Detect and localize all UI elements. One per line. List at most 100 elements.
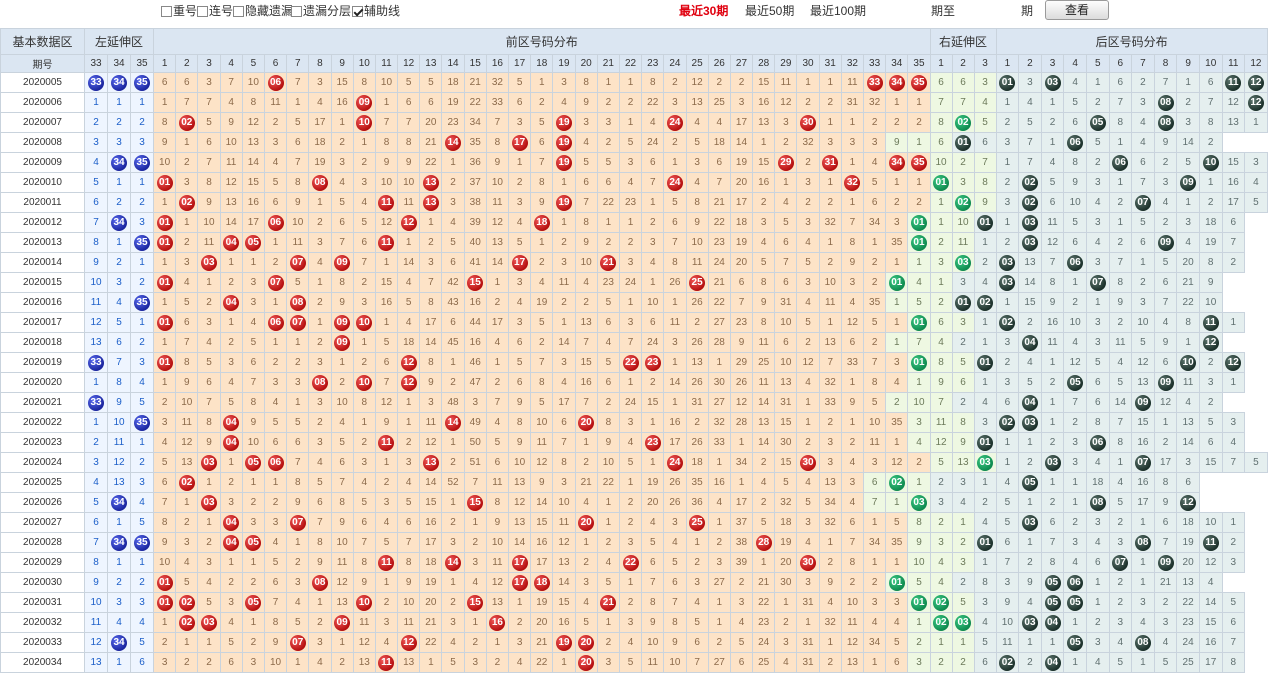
ball-back: 02 — [977, 294, 994, 311]
ball-front: 07 — [267, 274, 284, 291]
front-cell: 11 — [419, 412, 443, 433]
front-col-label: 34 — [885, 54, 909, 73]
front-cell: 1 — [818, 72, 842, 93]
front-cell: 1 — [752, 132, 776, 153]
ball-front: 14 — [445, 414, 462, 431]
issue-cell: 2020027 — [0, 512, 85, 533]
back-cell: 2 — [1176, 92, 1200, 113]
back-cell: 7 — [1108, 92, 1133, 113]
back-cell: 1 — [1018, 632, 1042, 653]
front-col-label: 24 — [663, 54, 687, 73]
front-cell: 4 — [374, 632, 399, 653]
front-cell: 20 — [419, 592, 443, 613]
right-cell: 1 — [929, 192, 953, 213]
back-cell: 09 — [1131, 392, 1155, 413]
front-cell: 3 — [552, 252, 576, 273]
table-row: 2020013 8 1 35 01 2 11 04 05 1 11 3 7 6 11 1 2 5 40 13 5 1 2 9 2… — [0, 232, 1268, 253]
front-cell: 6 — [241, 352, 265, 373]
front-cell: 6 — [774, 272, 798, 293]
option-3[interactable]: 遗漏分层 — [291, 3, 351, 19]
ball-back: 08 — [1134, 634, 1151, 651]
recent-100-link[interactable]: 最近100期 — [810, 3, 866, 19]
front-cell: 4 — [197, 572, 221, 593]
front-cell: 1 — [840, 152, 865, 173]
front-cell: 17 — [729, 492, 754, 513]
front-cell: 1 — [862, 552, 887, 573]
front-cell: 25 — [707, 92, 731, 113]
back-cell: 2 — [1108, 592, 1133, 613]
back-cell: 1 — [1063, 492, 1087, 513]
left-col-label: 33 — [84, 54, 108, 73]
right-cell: 02 — [885, 472, 909, 493]
front-cell: 23 — [752, 612, 776, 633]
option-4[interactable]: 辅助线 — [352, 3, 400, 19]
back-cell: 5 — [1131, 212, 1155, 233]
right-cell: 6 — [862, 472, 887, 493]
ball-front: 34 — [888, 154, 905, 171]
front-cell: 9 — [818, 572, 842, 593]
front-cell: 1 — [197, 512, 221, 533]
front-cell: 2 — [796, 92, 820, 113]
back-cell: 8 — [1040, 272, 1065, 293]
front-cell: 6 — [441, 312, 465, 333]
back-cell: 01 — [951, 292, 975, 313]
front-cell: 20 — [729, 252, 754, 273]
ball-left: 34 — [111, 494, 127, 511]
ball-right: 02 — [955, 114, 972, 131]
front-cell: 1 — [618, 212, 643, 233]
checkbox-icon[interactable] — [233, 6, 244, 17]
left-cell: 1 — [130, 312, 154, 333]
front-cell: 3 — [818, 452, 842, 473]
front-cell: 2 — [818, 192, 842, 213]
option-0[interactable]: 重号 — [161, 3, 197, 19]
ball-front: 20 — [578, 654, 595, 671]
back-cell: 01 — [973, 432, 997, 453]
front-cell: 32 — [796, 132, 820, 153]
right-cell: 02 — [929, 592, 953, 613]
front-cell: 1 — [441, 432, 465, 453]
front-cell: 2 — [818, 652, 842, 673]
right-cell: 10 — [929, 152, 953, 173]
recent-30-link[interactable]: 最近30期 — [679, 3, 728, 19]
ball-back: 09 — [1134, 394, 1151, 411]
front-cell: 31 — [774, 392, 798, 413]
front-cell: 11 — [818, 292, 842, 313]
front-cell: 13 — [352, 652, 376, 673]
back-cell: 1 — [973, 232, 997, 253]
back-cell: 12 — [1244, 72, 1268, 93]
ball-front: 05 — [245, 454, 262, 471]
front-cell: 19 — [774, 532, 798, 553]
ball-back: 10 — [1202, 154, 1219, 171]
front-cell: 11 — [485, 192, 510, 213]
front-cell: 10 — [175, 392, 199, 413]
front-cell: 1 — [152, 332, 177, 353]
front-cell: 3 — [618, 152, 643, 173]
checkbox-icon[interactable] — [291, 6, 302, 17]
left-cell: 1 — [107, 172, 131, 193]
right-cell: 2 — [951, 532, 975, 553]
query-button[interactable]: 查看 — [1045, 0, 1109, 20]
back-cell: 11 — [995, 632, 1020, 653]
back-cell: 20 — [1176, 552, 1200, 573]
front-cell: 7 — [286, 72, 310, 93]
option-2[interactable]: 隐藏遗漏 — [233, 3, 293, 19]
recent-50-link[interactable]: 最近50期 — [745, 3, 794, 19]
front-cell: 21 — [419, 132, 443, 153]
front-col-label: 19 — [552, 54, 576, 73]
front-cell: 3 — [885, 352, 909, 373]
front-cell: 12 — [175, 432, 199, 453]
start-period-input[interactable] — [880, 1, 928, 19]
front-cell: 1 — [397, 392, 421, 413]
checkbox-icon[interactable] — [161, 6, 172, 17]
front-cell: 19 — [729, 152, 754, 173]
front-cell: 17 — [552, 392, 576, 413]
front-cell: 46 — [463, 352, 487, 373]
checkbox-icon[interactable] — [352, 6, 363, 17]
right-cell: 9 — [885, 132, 909, 153]
back-cell: 7 — [995, 552, 1020, 573]
checkbox-icon[interactable] — [197, 6, 208, 17]
front-cell: 6 — [729, 652, 754, 673]
option-1[interactable]: 连号 — [197, 3, 233, 19]
front-cell: 8 — [352, 392, 376, 413]
end-period-input[interactable] — [969, 1, 1017, 19]
